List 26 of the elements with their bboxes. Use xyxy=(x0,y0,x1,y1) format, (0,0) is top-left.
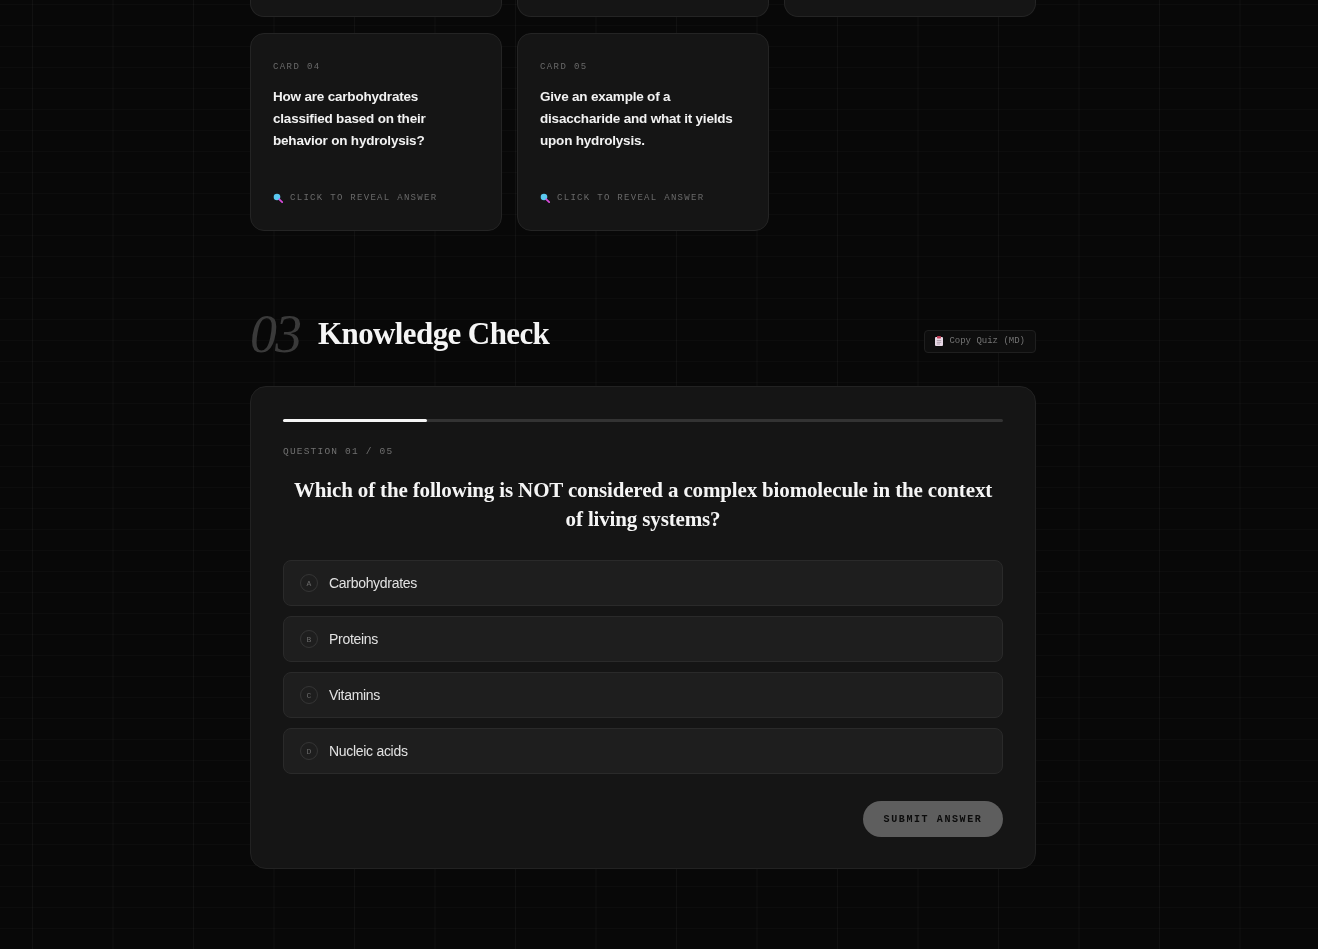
flashcard[interactable]: CARD 05 Give an example of a disaccharide and what it yields upon hydrolysis. CLICK TO REVEAL ANSWER xyxy=(517,33,769,231)
card-question: Give an example of a disaccharide and what it yields upon hydrolysis. xyxy=(540,88,734,150)
flashcard[interactable] xyxy=(517,0,769,17)
option-text: Vitamins xyxy=(329,687,381,703)
option-text: Carbohydrates xyxy=(329,575,417,591)
magnifier-icon xyxy=(540,193,550,203)
section-title: Knowledge Check xyxy=(318,315,550,353)
answer-option[interactable]: B Proteins xyxy=(283,616,1003,662)
answer-option[interactable]: D Nucleic acids xyxy=(283,728,1003,774)
question-counter: QUESTION 01 / 05 xyxy=(283,446,395,458)
copy-quiz-button[interactable]: Copy Quiz (MD) xyxy=(924,329,1036,353)
flashcard[interactable] xyxy=(250,0,502,17)
magnifier-icon xyxy=(273,193,283,203)
card-label: CARD 04 xyxy=(273,61,322,73)
option-text: Proteins xyxy=(329,631,378,647)
answer-option[interactable]: A Carbohydrates xyxy=(283,560,1003,606)
clipboard-icon xyxy=(935,336,944,346)
question-text: Which of the following is NOT considered a complex biomolecule in the context of living systems? xyxy=(292,477,994,533)
reveal-hint: CLICK TO REVEAL ANSWER xyxy=(557,192,705,204)
flashcard[interactable]: CARD 04 How are carbohydrates classified based on their behavior on hydrolysis? CLICK TO REVEAL ANSWER xyxy=(250,33,502,231)
answer-option[interactable]: C Vitamins xyxy=(283,672,1003,718)
option-text: Nucleic acids xyxy=(329,743,408,759)
card-question: How are carbohydrates classified based on their behavior on hydrolysis? xyxy=(273,88,427,150)
reveal-hint: CLICK TO REVEAL ANSWER xyxy=(290,192,438,204)
flashcard[interactable] xyxy=(784,0,1036,17)
card-label: CARD 05 xyxy=(540,61,589,73)
